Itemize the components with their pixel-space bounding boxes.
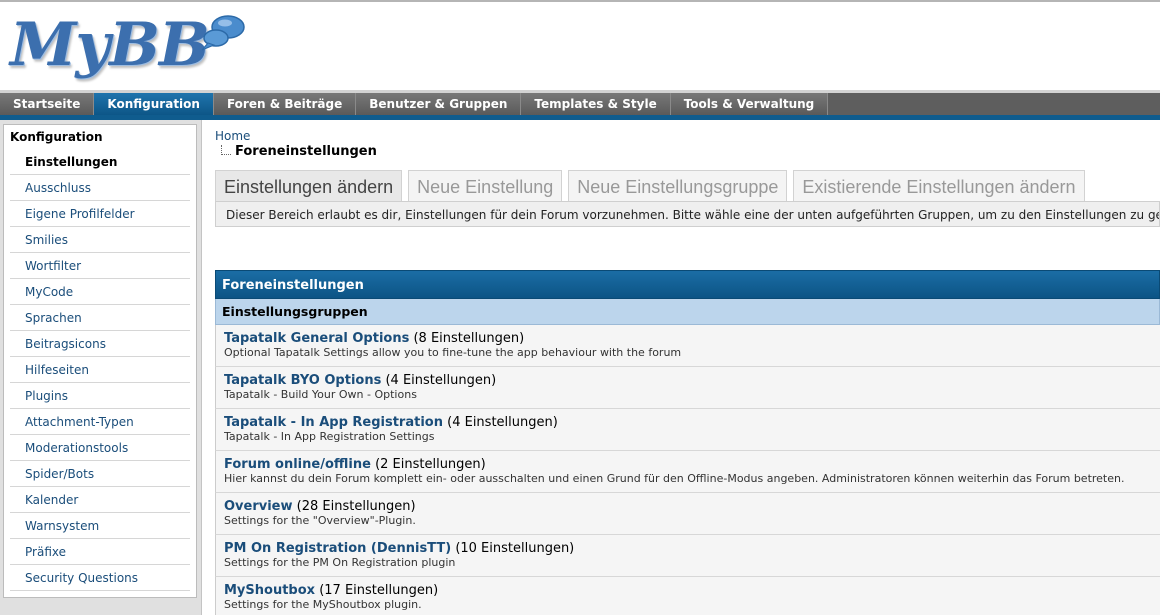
table-row: Tapatalk General Options (8 Einstellunge… <box>215 325 1160 367</box>
setting-group-link[interactable]: PM On Registration (DennisTT) <box>224 541 451 556</box>
sidebar-item-warnsystem[interactable]: Warnsystem <box>10 513 190 539</box>
table-row: Forum online/offline (2 Einstellungen) H… <box>215 451 1160 493</box>
sidebar-item-attachment-typen[interactable]: Attachment-Typen <box>10 409 190 435</box>
settings-table: Foreneinstellungen Einstellungsgruppen T… <box>215 270 1160 615</box>
breadcrumb-home-link[interactable]: Home <box>215 129 250 143</box>
sidebar-item-security-questions[interactable]: Security Questions <box>10 565 190 591</box>
sidebar-item-eigene-profilfelder[interactable]: Eigene Profilfelder <box>10 201 190 227</box>
setting-count: (4 Einstellungen) <box>385 373 497 388</box>
top-border <box>0 0 1160 2</box>
tab-existierende-einstellungen[interactable]: Existierende Einstellungen ändern <box>793 170 1085 202</box>
sidebar-item-mycode[interactable]: MyCode <box>10 279 190 305</box>
setting-group-description: Optional Tapatalk Settings allow you to … <box>224 346 682 359</box>
tab-neue-einstellung[interactable]: Neue Einstellung <box>408 170 563 202</box>
nav-tab-benutzer-gruppen[interactable]: Benutzer & Gruppen <box>356 93 522 115</box>
table-row: Tapatalk BYO Options (4 Einstellungen) T… <box>215 367 1160 409</box>
table-row: Overview (28 Einstellungen) Settings for… <box>215 493 1160 535</box>
table-row: PM On Registration (DennisTT) (10 Einste… <box>215 535 1160 577</box>
setting-group-description: Tapatalk - In App Registration Settings <box>224 430 435 443</box>
sidebar-item-kalender[interactable]: Kalender <box>10 487 190 513</box>
sidebar-item-praefixe[interactable]: Präfixe <box>10 539 190 565</box>
mybb-logo[interactable]: MyBB <box>8 8 258 84</box>
setting-group-link[interactable]: MyShoutbox <box>224 583 315 598</box>
setting-count: (10 Einstellungen) <box>455 541 575 556</box>
speech-bubble-icon <box>201 15 245 51</box>
setting-group-link[interactable]: Tapatalk - In App Registration <box>224 415 443 430</box>
table-row: MyShoutbox (17 Einstellungen) Settings f… <box>215 577 1160 615</box>
setting-group-link[interactable]: Tapatalk BYO Options <box>224 373 381 388</box>
logo-text: MyBB <box>10 10 210 80</box>
breadcrumb-current: Foreneinstellungen <box>235 144 377 159</box>
sidebar-item-moderationstools[interactable]: Moderationstools <box>10 435 190 461</box>
nav-tab-konfiguration[interactable]: Konfiguration <box>94 93 214 115</box>
setting-group-description: Hier kannst du dein Forum komplett ein- … <box>224 472 1125 485</box>
tab-einstellungen-aendern[interactable]: Einstellungen ändern <box>215 170 403 202</box>
nav-tab-templates-style[interactable]: Templates & Style <box>521 93 671 115</box>
setting-count: (17 Einstellungen) <box>319 583 439 598</box>
sidebar-item-spider-bots[interactable]: Spider/Bots <box>10 461 190 487</box>
sidebar-title: Konfiguration <box>10 130 103 144</box>
sidebar-item-beitragsicons[interactable]: Beitragsicons <box>10 331 190 357</box>
nav-tab-foren-beitraege[interactable]: Foren & Beiträge <box>213 93 357 115</box>
sidebar-item-wortfilter[interactable]: Wortfilter <box>10 253 190 279</box>
setting-group-description: Tapatalk - Build Your Own - Options <box>224 388 417 401</box>
sidebar-item-hilfeseiten[interactable]: Hilfeseiten <box>10 357 190 383</box>
breadcrumb-tree-connector <box>221 145 231 155</box>
setting-group-link[interactable]: Tapatalk General Options <box>224 331 409 346</box>
setting-group-link[interactable]: Forum online/offline <box>224 457 371 472</box>
table-title: Foreneinstellungen <box>215 270 1160 299</box>
tab-description: Dieser Bereich erlaubt es dir, Einstellu… <box>215 201 1160 227</box>
table-subheader: Einstellungsgruppen <box>215 299 1160 325</box>
setting-group-link[interactable]: Overview <box>224 499 293 514</box>
settings-tabs: Einstellungen ändern Neue Einstellung Ne… <box>215 170 1091 202</box>
sidebar-item-smilies[interactable]: Smilies <box>10 227 190 253</box>
nav-tab-tools-verwaltung[interactable]: Tools & Verwaltung <box>670 93 829 115</box>
setting-count: (2 Einstellungen) <box>375 457 486 472</box>
sidebar-item-plugins[interactable]: Plugins <box>10 383 190 409</box>
sidebar-item-einstellungen[interactable]: Einstellungen <box>10 149 190 175</box>
setting-count: (8 Einstellungen) <box>413 331 525 346</box>
main-nav-tabs: Startseite Konfiguration Foren & Beiträg… <box>0 93 1160 115</box>
nav-tab-startseite[interactable]: Startseite <box>0 93 95 115</box>
table-row: Tapatalk - In App Registration (4 Einste… <box>215 409 1160 451</box>
sidebar-item-sprachen[interactable]: Sprachen <box>10 305 190 331</box>
setting-count: (4 Einstellungen) <box>447 415 558 430</box>
setting-group-description: Settings for the PM On Registration plug… <box>224 556 456 569</box>
setting-count: (28 Einstellungen) <box>296 499 416 514</box>
setting-group-description: Settings for the MyShoutbox plugin. <box>224 598 422 611</box>
setting-group-description: Settings for the "Overview"-Plugin. <box>224 514 416 527</box>
tab-neue-einstellungsgruppe[interactable]: Neue Einstellungsgruppe <box>568 170 788 202</box>
sidebar: Konfiguration Einstellungen Ausschluss E… <box>3 124 197 598</box>
sidebar-item-ausschluss[interactable]: Ausschluss <box>10 175 190 201</box>
